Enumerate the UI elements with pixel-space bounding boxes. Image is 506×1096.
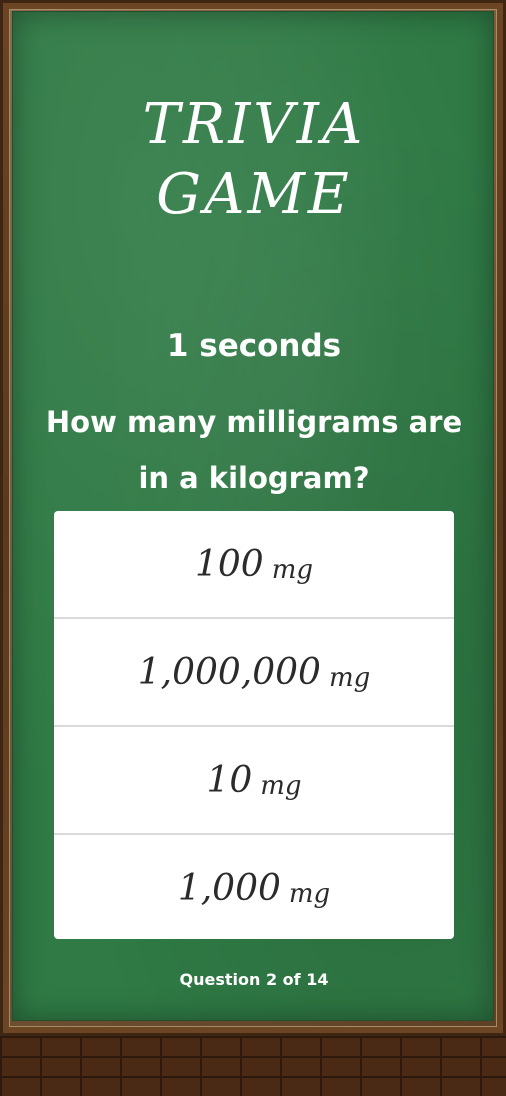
game-title-line1: Trivia [142,92,366,157]
game-title-line2: Game [156,162,352,227]
answer-value: 1,000,000 [137,651,321,693]
answer-value: 10 [206,759,253,801]
answer-option-1[interactable]: 100 mg [54,511,454,619]
chalkboard: Trivia Game 1 seconds How many milligram… [12,11,494,1021]
answer-unit: mg [288,879,331,909]
answer-option-4[interactable]: 1,000 mg [54,835,454,939]
answer-value: 1,000 [177,867,281,909]
question-progress: Question 2 of 14 [179,970,329,989]
answer-value: 100 [194,543,264,585]
answer-list: 100 mg 1,000,000 mg 10 mg 1,000 mg [54,511,454,939]
answer-option-2[interactable]: 1,000,000 mg [54,619,454,727]
question-text: How many milligrams are in a kilogram? [45,405,463,495]
answer-unit: mg [260,771,302,801]
answer-option-3[interactable]: 10 mg [54,727,454,835]
brick-floor [0,1036,506,1096]
answer-unit: mg [271,555,314,585]
countdown-timer: 1 seconds [166,328,342,364]
answer-unit: mg [328,663,371,693]
